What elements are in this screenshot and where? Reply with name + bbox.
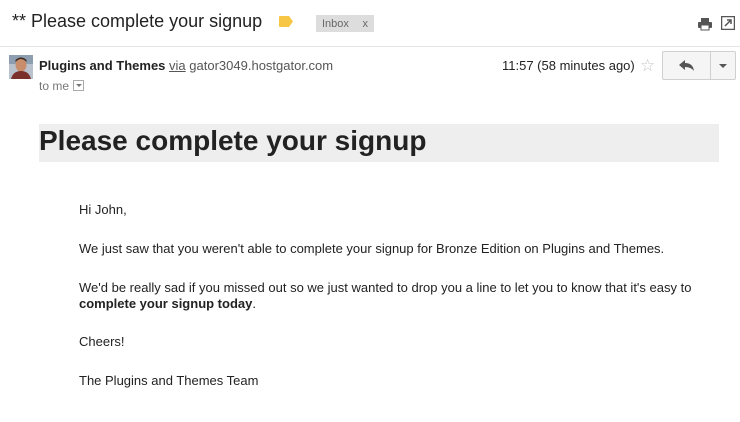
paragraph-2-end: .	[252, 296, 256, 311]
print-icon[interactable]	[698, 17, 712, 31]
avatar-photo-icon	[9, 55, 33, 79]
email-subject: ** Please complete your signup	[12, 11, 263, 31]
paragraph-2: We'd be really sad if you missed out so …	[79, 280, 699, 312]
remove-label-button[interactable]: x	[363, 18, 369, 30]
email-heading: Please complete your signup	[39, 125, 427, 156]
more-options-button[interactable]	[710, 52, 735, 79]
paragraph-1: We just saw that you weren't able to com…	[79, 241, 665, 256]
sender-line: Plugins and Themes via gator3049.hostgat…	[39, 58, 333, 73]
sender-host: gator3049.hostgator.com	[189, 58, 334, 73]
signature: The Plugins and Themes Team	[79, 373, 259, 388]
via-link[interactable]: via	[169, 58, 186, 73]
greeting: Hi John,	[79, 202, 127, 217]
recipients-line: to me	[39, 79, 85, 93]
new-window-icon[interactable]	[721, 16, 735, 30]
reply-button[interactable]	[663, 52, 710, 79]
reply-button-group	[662, 51, 736, 80]
header-divider	[0, 46, 740, 47]
paragraph-2-text: We'd be really sad if you missed out so …	[79, 280, 692, 295]
inbox-label-chip[interactable]: Inbox x	[316, 15, 374, 32]
closing: Cheers!	[79, 334, 125, 349]
reply-icon	[678, 59, 694, 71]
chevron-down-icon	[719, 63, 728, 68]
show-details-icon[interactable]	[73, 80, 85, 91]
recipients-text: to me	[39, 79, 70, 93]
inbox-label-text: Inbox	[322, 17, 349, 30]
subject-bar: ** Please complete your signup Inbox x	[0, 0, 740, 46]
signup-link-text[interactable]: complete your signup today	[79, 296, 252, 311]
sender-name[interactable]: Plugins and Themes	[39, 58, 165, 73]
sender-avatar[interactable]	[9, 55, 33, 79]
star-icon[interactable]: ☆	[640, 56, 655, 76]
message-timestamp: 11:57 (58 minutes ago)	[502, 58, 635, 73]
label-tag-icon[interactable]	[279, 16, 293, 27]
